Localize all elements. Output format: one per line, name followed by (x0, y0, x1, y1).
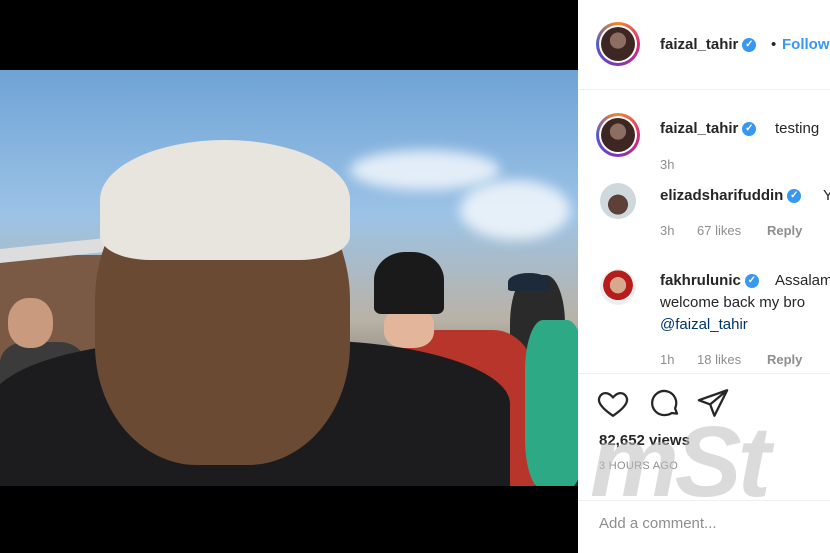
separator-dot: • (771, 36, 777, 53)
comment-username[interactable]: elizadsharifuddin ✓ (660, 187, 802, 204)
comment-text: testing (775, 120, 820, 137)
author-avatar[interactable] (596, 22, 640, 66)
post-header: faizal_tahir ✓ • Follow (578, 0, 830, 90)
comment-username[interactable]: faizal_tahir ✓ (660, 120, 757, 137)
verified-badge-icon: ✓ (744, 274, 759, 289)
comment-text-line2: welcome back my bro (660, 294, 806, 311)
media-area (0, 0, 578, 553)
subject-cap (100, 140, 350, 260)
comment-likes[interactable]: 18 likes (697, 352, 741, 367)
reply-button[interactable]: Reply (767, 352, 802, 367)
comment-avatar[interactable] (596, 113, 640, 157)
comment-time: 1h (660, 352, 675, 367)
comment-text: Assalam (775, 272, 830, 289)
comment-avatar[interactable] (600, 183, 636, 219)
watermark-logo: mSt (590, 406, 771, 518)
reply-button[interactable]: Reply (767, 223, 802, 238)
comments-list: faizal_tahir ✓ testing 3h elizadsharifudd… (578, 91, 830, 373)
instagram-post-view: faizal_tahir ✓ • Follow faizal_tahir ✓ tes… (0, 0, 830, 553)
comment-text: Y (823, 187, 830, 204)
post-video[interactable] (0, 70, 578, 486)
comment-username[interactable]: fakhrulunic ✓ (660, 272, 759, 289)
author-username[interactable]: faizal_tahir ✓ (660, 36, 757, 53)
verified-badge-icon: ✓ (742, 38, 757, 53)
comment-time: 3h (660, 223, 675, 238)
verified-badge-icon: ✓ (742, 122, 757, 137)
comment-mention-link[interactable]: @faizal_tahir (660, 316, 748, 333)
follow-button[interactable]: Follow (782, 36, 830, 53)
comment-time: 3h (660, 157, 675, 172)
verified-badge-icon: ✓ (787, 189, 802, 204)
comment-likes[interactable]: 67 likes (697, 223, 741, 238)
comment-avatar[interactable] (600, 269, 636, 305)
